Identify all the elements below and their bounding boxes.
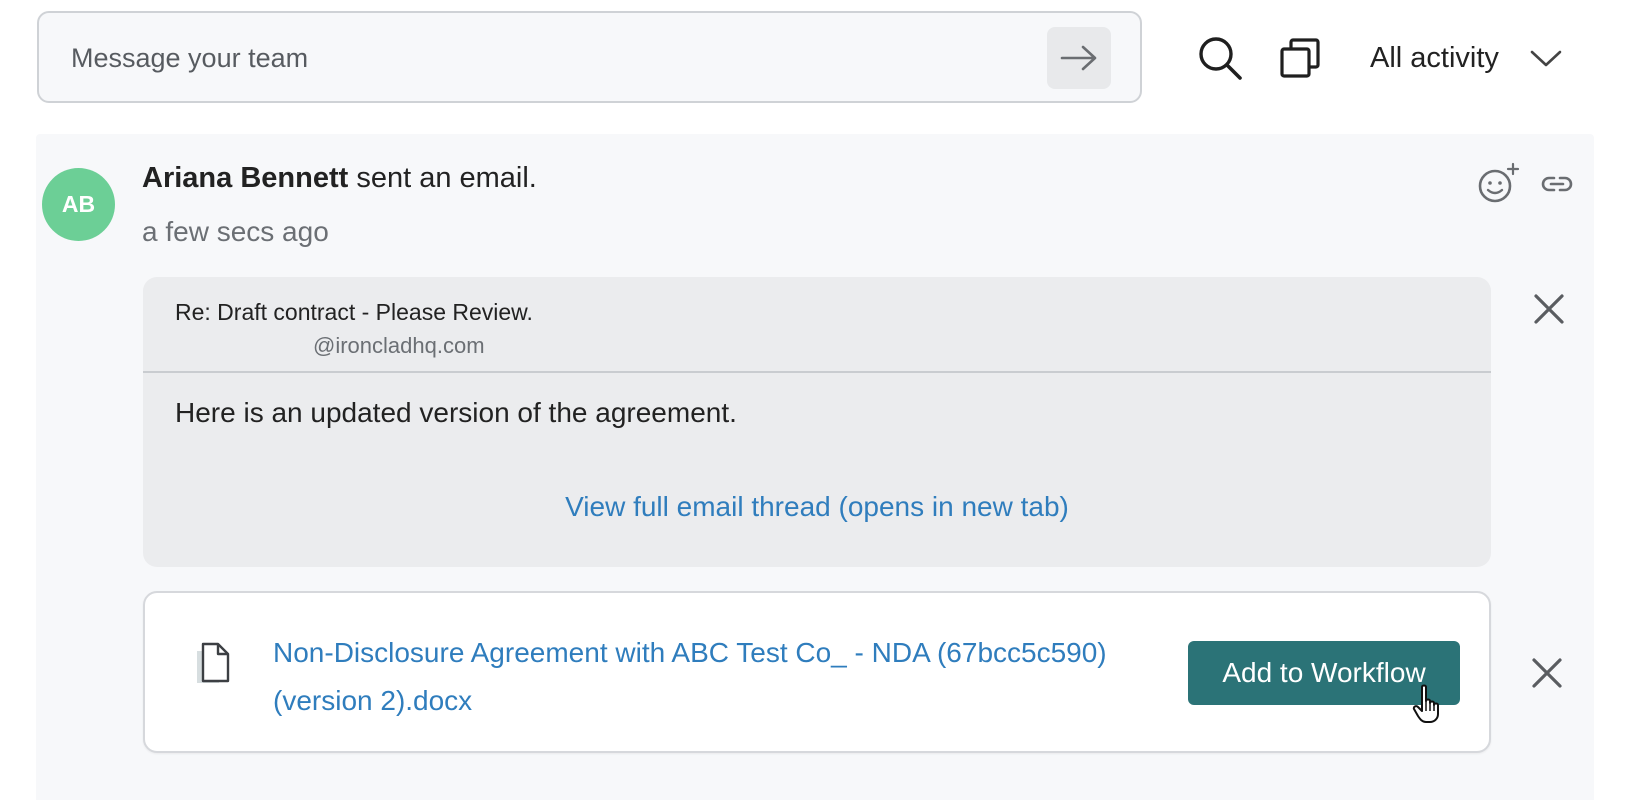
activity-timestamp: a few secs ago <box>142 216 329 247</box>
arrow-right-icon <box>1060 45 1097 71</box>
message-composer[interactable] <box>37 11 1142 103</box>
close-icon <box>1534 294 1564 324</box>
search-icon <box>1199 37 1242 80</box>
dismiss-email-button[interactable] <box>1530 290 1568 328</box>
activity-headline: Ariana Bennett sent an email. <box>142 162 537 195</box>
actor-name: Ariana Bennett <box>142 162 349 194</box>
email-sender: @ironcladhq.com <box>313 333 485 358</box>
chevron-down-icon <box>1530 50 1562 67</box>
file-icon <box>197 642 230 683</box>
send-button[interactable] <box>1047 27 1111 89</box>
activity-action: sent an email. <box>348 162 537 194</box>
emoji-add-icon <box>1478 162 1520 203</box>
attachment-card: Non-Disclosure Agreement with ABC Test C… <box>143 591 1491 753</box>
email-divider <box>143 371 1491 373</box>
search-button[interactable] <box>1196 34 1244 82</box>
hand-cursor-icon <box>1412 684 1444 724</box>
avatar: AB <box>42 168 115 241</box>
copy-link-button[interactable] <box>1538 166 1576 202</box>
view-email-thread-link[interactable]: View full email thread (opens in new tab… <box>143 491 1491 523</box>
attachment-file-link[interactable]: Non-Disclosure Agreement with ABC Test C… <box>273 629 1163 725</box>
activity-filter-dropdown[interactable]: All activity <box>1370 30 1563 86</box>
add-reaction-button[interactable] <box>1474 160 1522 208</box>
dismiss-attachment-button[interactable] <box>1528 654 1566 692</box>
copy-button[interactable] <box>1278 36 1322 80</box>
activity-filter-label: All activity <box>1370 41 1499 74</box>
email-body: Here is an updated version of the agreem… <box>175 397 737 428</box>
email-card: Re: Draft contract - Please Review. @iro… <box>143 277 1491 567</box>
avatar-initials: AB <box>61 191 96 217</box>
close-icon <box>1532 658 1562 688</box>
email-subject: Re: Draft contract - Please Review. <box>175 299 533 325</box>
message-input[interactable] <box>69 13 1033 103</box>
link-icon <box>1541 176 1573 192</box>
copy-icon <box>1280 38 1320 78</box>
